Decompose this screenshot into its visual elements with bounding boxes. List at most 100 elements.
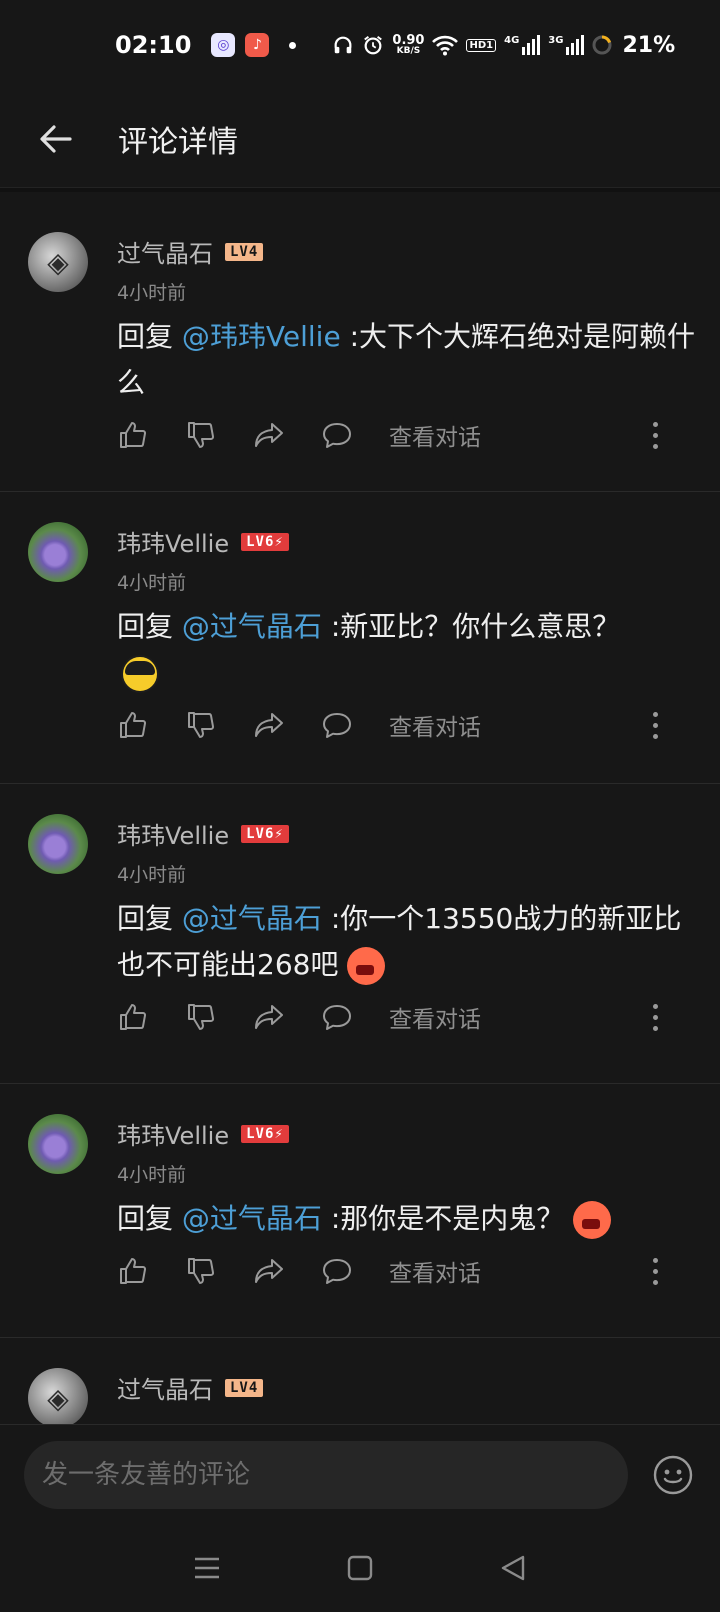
reply-button[interactable] (321, 1001, 353, 1033)
status-indicators: 0.90 KB/S HD1 4G 3G 21% (332, 33, 675, 58)
home-square-icon (347, 1555, 373, 1581)
like-button[interactable] (117, 709, 149, 741)
comment-time: 4小时前 (117, 1164, 187, 1186)
level-badge: LV6⚡ (241, 824, 289, 843)
comment-time: 4小时前 (117, 864, 187, 886)
thumbs-up-icon (120, 1004, 147, 1030)
username[interactable]: 过气晶石 (117, 234, 213, 269)
back-triangle-icon (502, 1555, 525, 1581)
name-row: 玮玮Vellie LV6⚡ (117, 816, 289, 851)
view-conversation-link[interactable]: 查看对话 (389, 1000, 481, 1034)
recent-apps-button[interactable] (187, 1548, 227, 1588)
avatar[interactable]: ◈ (28, 1368, 88, 1424)
avatar-glyph-icon: ◈ (47, 245, 69, 279)
app-notification-icon: ◎ (211, 33, 236, 57)
name-row: 过气晶石 LV4 (117, 234, 264, 269)
dislike-button[interactable] (185, 1001, 217, 1033)
more-options-button[interactable] (650, 422, 660, 449)
emoji-face-icon[interactable] (652, 1454, 694, 1496)
dizzy-emoji-icon (121, 655, 159, 693)
view-conversation-link[interactable]: 查看对话 (389, 708, 481, 742)
view-conversation-link[interactable]: 查看对话 (389, 418, 481, 452)
reply-prefix: 回复 (117, 902, 182, 935)
avatar[interactable] (28, 1114, 88, 1174)
view-conversation-link[interactable]: 查看对话 (389, 1254, 481, 1288)
comment-actions: 查看对话 (117, 1000, 481, 1034)
share-button[interactable] (253, 709, 285, 741)
share-button[interactable] (253, 1255, 285, 1287)
comment-actions: 查看对话 (117, 708, 481, 742)
share-icon (255, 423, 283, 447)
thumbs-up-icon (120, 1258, 147, 1284)
dislike-button[interactable] (185, 419, 217, 451)
mention-link[interactable]: @玮玮Vellie (182, 320, 341, 353)
page-title: 评论详情 (118, 124, 238, 160)
username[interactable]: 过气晶石 (117, 1370, 213, 1405)
net-speed-unit: KB/S (396, 46, 421, 56)
comment-item: 玮玮Vellie LV6⚡ 4小时前 回复 @过气晶石 :你一个13550战力的… (0, 784, 720, 1084)
thumbs-down-icon (188, 1258, 215, 1284)
wifi-icon (432, 35, 459, 56)
like-button[interactable] (117, 1001, 149, 1033)
comment-input[interactable] (24, 1440, 628, 1509)
username[interactable]: 玮玮Vellie (117, 1116, 229, 1151)
share-icon (255, 713, 283, 737)
avatar-glyph-icon: ◈ (47, 1381, 69, 1415)
reply-button[interactable] (321, 709, 353, 741)
sig2-label: 3G (548, 35, 564, 46)
reply-prefix: 回复 (117, 320, 182, 353)
headphones-icon (334, 36, 352, 54)
comment-content: :那你是不是内鬼？ (321, 1202, 565, 1235)
alarm-icon (364, 35, 383, 55)
username[interactable]: 玮玮Vellie (117, 524, 229, 559)
music-app-icon: ♪ (245, 33, 270, 57)
username[interactable]: 玮玮Vellie (117, 816, 229, 851)
mention-link[interactable]: @过气晶石 (182, 1202, 322, 1235)
comment-actions: 查看对话 (117, 1254, 481, 1288)
more-options-button[interactable] (650, 712, 660, 739)
comment-bubble-icon (323, 713, 351, 738)
comment-text: 回复 @过气晶石 :你一个13550战力的新亚比也不可能出268吧 (117, 896, 697, 988)
status-bar: 02:10 ◎ ♪ 0.90 KB/S HD1 4G 3G 21% (0, 0, 720, 90)
back-button[interactable] (26, 109, 86, 169)
back-arrow-icon (40, 124, 72, 153)
notification-dot-icon (289, 41, 297, 49)
page-header: 评论详情 (0, 90, 720, 188)
angry-emoji-icon (573, 1201, 612, 1239)
signal-4g-icon: 4G (504, 35, 541, 55)
angry-emoji-icon (347, 947, 386, 985)
comment-item: 玮玮Vellie LV6⚡ 4小时前 回复 @过气晶石 :新亚比？你什么意思？ … (0, 492, 720, 784)
comment-list[interactable]: ◈ 过气晶石 LV4 4小时前 回复 @玮玮Vellie :大下个大辉石绝对是阿… (0, 202, 720, 1424)
avatar[interactable] (28, 814, 88, 874)
comment-content: :新亚比？你什么意思？ (321, 610, 621, 643)
system-nav-bar (0, 1524, 720, 1612)
comment-item: ◈ 过气晶石 LV4 4小时前 回复 @玮玮Vellie :大下个大辉石绝对是阿… (0, 202, 720, 492)
level-badge: LV4 (225, 242, 264, 261)
battery-ring-icon (592, 35, 612, 55)
comment-composer (0, 1424, 720, 1524)
share-button[interactable] (253, 419, 285, 451)
like-button[interactable] (117, 1255, 149, 1287)
reply-button[interactable] (321, 1255, 353, 1287)
more-vertical-icon (652, 1004, 658, 1009)
mention-link[interactable]: @过气晶石 (182, 902, 322, 935)
like-button[interactable] (117, 419, 149, 451)
battery-percent: 21% (622, 32, 676, 58)
avatar[interactable]: ◈ (28, 232, 88, 292)
signal-3g-icon: 3G (548, 35, 585, 55)
reply-button[interactable] (321, 419, 353, 451)
dislike-button[interactable] (185, 709, 217, 741)
share-button[interactable] (253, 1001, 285, 1033)
more-options-button[interactable] (650, 1258, 660, 1285)
more-options-button[interactable] (650, 1004, 660, 1031)
dislike-button[interactable] (185, 1255, 217, 1287)
home-button[interactable] (340, 1548, 380, 1588)
comment-actions: 查看对话 (117, 418, 481, 452)
hd-voice-icon: HD1 (466, 38, 497, 52)
mention-link[interactable]: @过气晶石 (182, 610, 322, 643)
name-row: 玮玮Vellie LV6⚡ (117, 524, 289, 559)
avatar[interactable] (28, 522, 88, 582)
system-back-button[interactable] (493, 1548, 533, 1588)
share-icon (255, 1005, 283, 1029)
more-vertical-icon (652, 422, 658, 427)
